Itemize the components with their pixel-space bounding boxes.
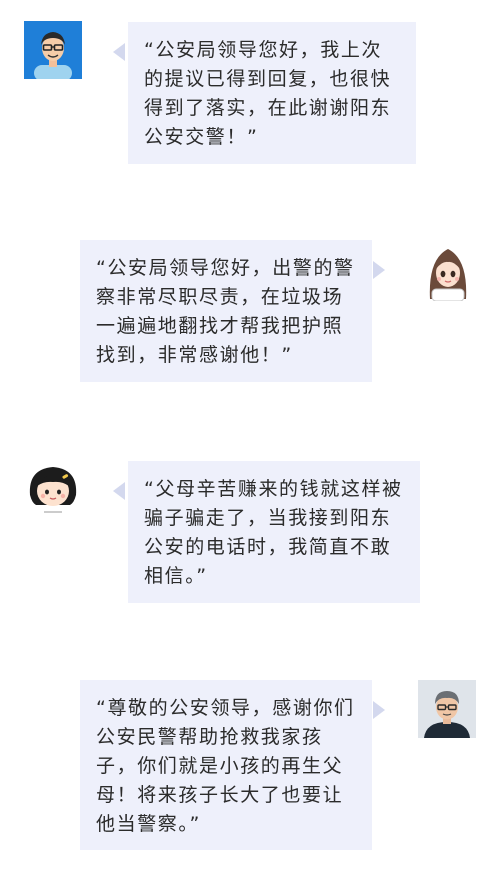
bubble-tail xyxy=(373,261,385,279)
message-bubble: “父母辛苦赚来的钱就这样被骗子骗走了，当我接到阳东公安的电话时，我简直不敢相信。… xyxy=(128,461,420,603)
message-bubble: “公安局领导您好，我上次的提议已得到回复，也很快得到了落实，在此谢谢阳东公安交警… xyxy=(128,22,416,164)
message-text: “公安局领导您好，我上次的提议已得到回复，也很快得到了落实，在此谢谢阳东公安交警… xyxy=(144,39,392,148)
man-glasses-avatar-icon xyxy=(24,21,82,79)
message-text: “父母辛苦赚来的钱就这样被骗子骗走了，当我接到阳东公安的电话时，我简直不敢相信。… xyxy=(144,478,403,587)
girl-long-hair-avatar-icon xyxy=(418,241,478,301)
message-text: “公安局领导您好，出警的警察非常尽职尽责，在垃圾场一遍遍地翻找才帮我把护照找到，… xyxy=(96,257,355,366)
bubble-tail xyxy=(113,482,125,500)
girl-bob-hair-avatar-icon xyxy=(22,459,84,521)
bubble-tail xyxy=(373,701,385,719)
message-bubble: “公安局领导您好，出警的警察非常尽职尽责，在垃圾场一遍遍地翻找才帮我把护照找到，… xyxy=(80,240,372,382)
bubble-tail xyxy=(113,43,125,61)
man-short-hair-avatar-icon xyxy=(418,680,476,738)
message-bubble: “尊敬的公安领导，感谢你们公安民警帮助抢救我家孩子，你们就是小孩的再生父母！将来… xyxy=(80,680,372,850)
message-text: “尊敬的公安领导，感谢你们公安民警帮助抢救我家孩子，你们就是小孩的再生父母！将来… xyxy=(96,697,355,835)
